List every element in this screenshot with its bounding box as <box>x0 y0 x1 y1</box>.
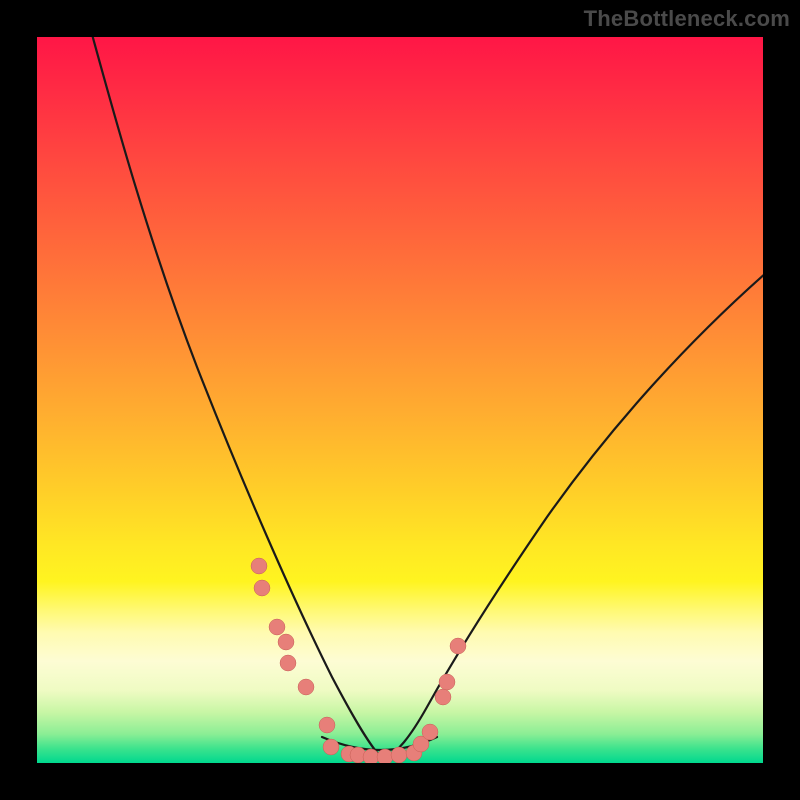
marker-dot <box>422 724 438 740</box>
marker-dot <box>298 679 314 695</box>
plot-area <box>37 37 763 763</box>
marker-dot <box>391 747 407 763</box>
watermark-text: TheBottleneck.com <box>584 6 790 32</box>
curve-layer <box>37 37 763 763</box>
marker-dot <box>254 580 270 596</box>
left-curve <box>90 37 379 755</box>
marker-dot <box>435 689 451 705</box>
marker-dot <box>323 739 339 755</box>
marker-dot <box>269 619 285 635</box>
marker-dot <box>377 749 393 763</box>
marker-group <box>251 558 466 763</box>
marker-dot <box>363 749 379 763</box>
marker-dot <box>319 717 335 733</box>
marker-dot <box>450 638 466 654</box>
marker-dot <box>439 674 455 690</box>
marker-dot <box>278 634 294 650</box>
chart-stage: TheBottleneck.com <box>0 0 800 800</box>
marker-dot <box>280 655 296 671</box>
marker-dot <box>251 558 267 574</box>
